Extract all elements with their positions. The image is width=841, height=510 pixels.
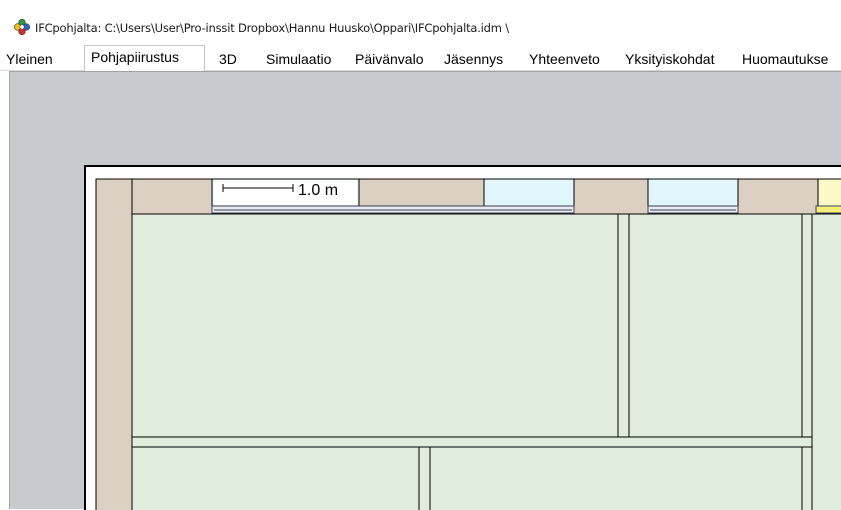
tab-yhteenveto[interactable]: Yhteenveto <box>529 49 614 70</box>
tab-label: Yksityiskohdat <box>625 51 715 67</box>
tab-huomautukset[interactable]: Huomautukse <box>742 49 841 70</box>
room[interactable] <box>131 446 420 510</box>
interior-wall <box>801 213 813 510</box>
title-bar: IFCpohjalta: C:\Users\User\Pro-inssit Dr… <box>0 0 841 45</box>
tab-paivanvalo[interactable]: Päivänvalo <box>355 49 437 70</box>
tab-3d[interactable]: 3D <box>219 49 249 70</box>
room[interactable] <box>131 213 619 438</box>
tab-label: Päivänvalo <box>355 51 424 67</box>
exterior-wall-left <box>95 178 133 510</box>
scale-label: 1.0 m <box>298 182 338 199</box>
tab-label: Huomautukse <box>742 51 829 67</box>
tab-pohjapiirustus[interactable]: Pohjapiirustus <box>84 45 205 71</box>
interior-wall <box>131 436 813 448</box>
tab-yleinen[interactable]: Yleinen <box>5 49 83 70</box>
tab-bar: Yleinen Pohjapiirustus 3D Simulaatio Päi… <box>0 45 841 71</box>
door-threshold <box>815 205 841 214</box>
tab-label: Simulaatio <box>266 51 332 67</box>
room[interactable] <box>429 446 803 510</box>
interior-wall <box>418 446 431 510</box>
app-logo-icon <box>14 19 30 35</box>
tab-label: 3D <box>219 51 237 67</box>
tab-yksityiskohdat[interactable]: Yksityiskohdat <box>625 49 731 70</box>
tab-label: Jäsennys <box>444 51 504 67</box>
tab-simulaatio[interactable]: Simulaatio <box>266 49 346 70</box>
tab-label: Pohjapiirustus <box>91 49 179 65</box>
window-title: IFCpohjalta: C:\Users\User\Pro-inssit Dr… <box>35 21 509 35</box>
floorplan-canvas[interactable]: 1.0 m <box>10 72 841 510</box>
tab-label: Yleinen <box>6 51 53 67</box>
tab-jasennys[interactable]: Jäsennys <box>444 49 516 70</box>
room[interactable] <box>628 213 803 438</box>
floorplan-viewport[interactable]: 1.0 m <box>9 71 841 510</box>
room[interactable] <box>811 213 841 510</box>
tab-label: Yhteenveto <box>529 51 600 67</box>
interior-wall <box>617 213 630 438</box>
